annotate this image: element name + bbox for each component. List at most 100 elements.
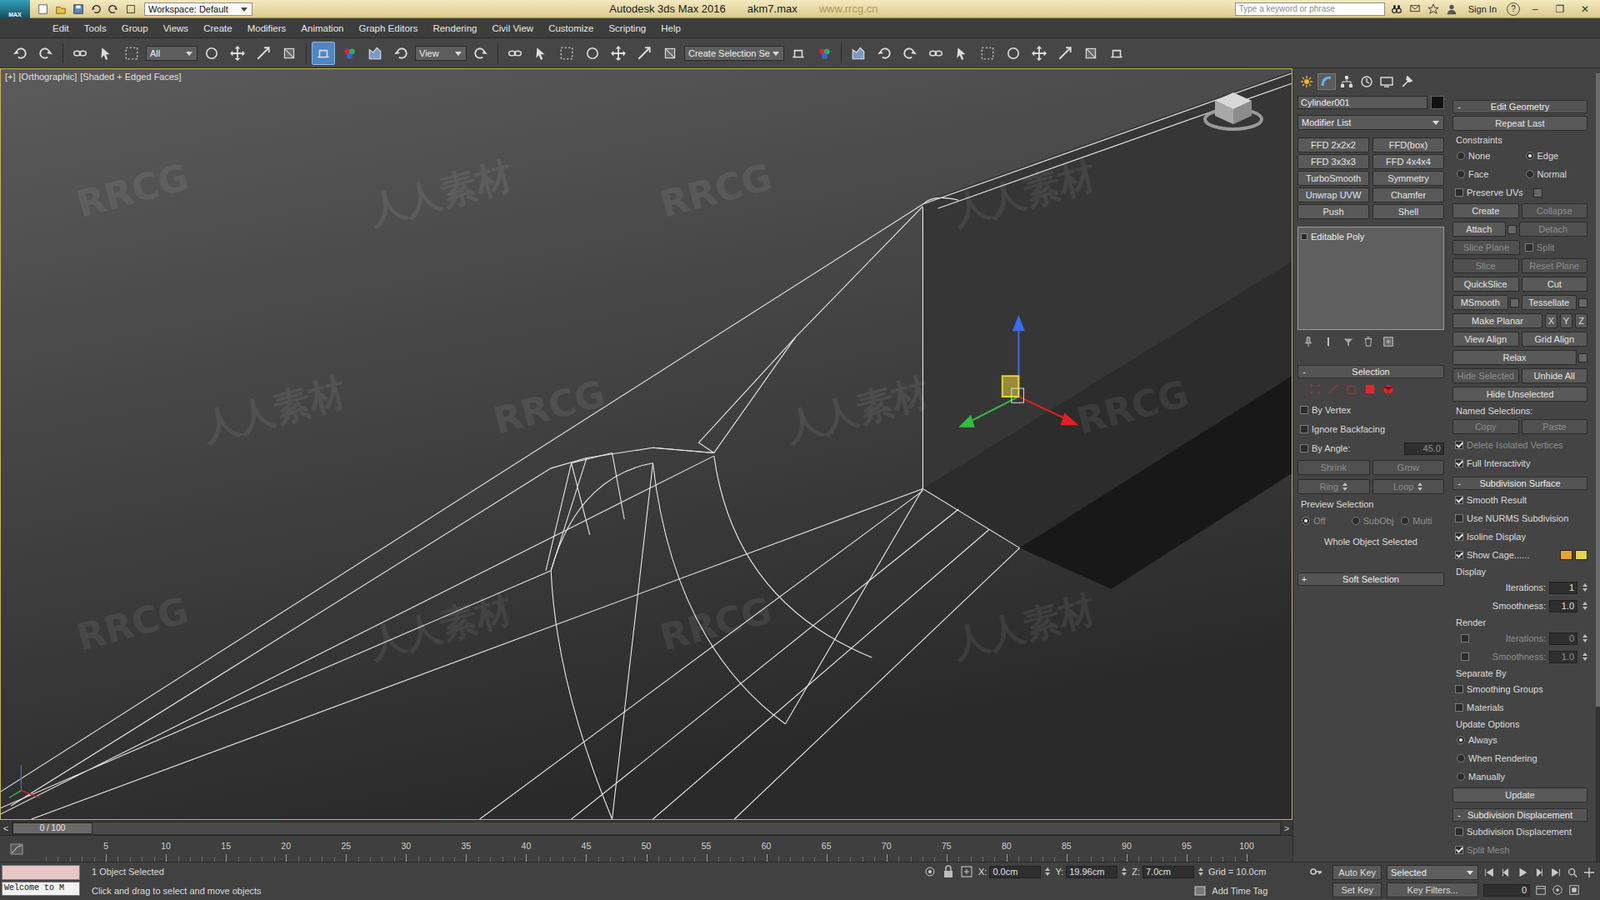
number-field[interactable]: 1.0 xyxy=(1549,650,1578,664)
spinner-down-icon[interactable] xyxy=(1582,588,1588,592)
time-tag-icon[interactable] xyxy=(1193,884,1207,898)
time-config-icon[interactable] xyxy=(1535,884,1547,896)
radio-option[interactable]: When Rendering xyxy=(1452,751,1588,765)
quick-access-icon[interactable] xyxy=(54,3,68,15)
toolbar-tool-icon[interactable] xyxy=(120,41,144,65)
panel-button[interactable]: Ring xyxy=(1297,479,1370,495)
subobject-level-icon[interactable] xyxy=(1309,383,1323,397)
toolbar-tool-icon[interactable] xyxy=(251,41,275,65)
panel-button[interactable]: Slice xyxy=(1452,258,1520,274)
playback-icon[interactable] xyxy=(1483,866,1495,879)
menu-item[interactable]: Edit xyxy=(45,23,77,34)
checkbox[interactable] xyxy=(1525,243,1534,252)
toolbar-tool-icon[interactable] xyxy=(555,41,579,65)
menu-item[interactable]: Group xyxy=(114,23,156,34)
user-icon[interactable] xyxy=(1445,3,1459,15)
spinner-up-icon[interactable] xyxy=(1045,867,1050,871)
checkbox[interactable] xyxy=(1455,459,1464,468)
radio-option[interactable]: Multi xyxy=(1396,514,1445,528)
radio-button[interactable] xyxy=(1456,772,1465,781)
current-frame-field[interactable]: 0 xyxy=(1483,884,1530,897)
checkbox-row[interactable]: Materials xyxy=(1452,700,1588,715)
spinner-down-icon[interactable] xyxy=(1582,606,1588,610)
toolbar-tool-icon[interactable] xyxy=(632,41,656,65)
key-mode-dropdown[interactable]: Selected xyxy=(1386,865,1479,880)
toolbar-tool-icon[interactable] xyxy=(8,41,32,65)
viewport-label-item[interactable]: [Orthographic] xyxy=(19,71,78,82)
rollout-toggle[interactable]: - xyxy=(1453,478,1465,489)
stack-item[interactable]: Editable Poly xyxy=(1300,230,1441,243)
modifier-button[interactable]: FFD(box) xyxy=(1372,137,1445,153)
toolbar-dropdown[interactable]: All xyxy=(145,45,198,61)
panel-button[interactable]: Hide Selected xyxy=(1452,368,1520,384)
modifier-button[interactable]: FFD 4x4x4 xyxy=(1372,154,1445,170)
toolbar-tool-icon[interactable] xyxy=(529,41,553,65)
toolbar-tool-icon[interactable] xyxy=(1027,41,1051,65)
playback-icon[interactable] xyxy=(1583,866,1595,879)
checkbox[interactable] xyxy=(1455,685,1464,694)
checkbox[interactable] xyxy=(1460,652,1470,661)
panel-button[interactable]: Unhide All xyxy=(1521,368,1589,384)
panel-button[interactable]: Reset Plane xyxy=(1521,258,1589,274)
playback-icon[interactable] xyxy=(1533,866,1545,879)
modifier-button[interactable]: Symmetry xyxy=(1372,170,1445,186)
checkbox-row[interactable]: Use NURMS Subdivision xyxy=(1452,511,1588,526)
radio-button[interactable] xyxy=(1456,735,1465,745)
toolbar-tool-icon[interactable] xyxy=(68,41,92,65)
checkbox-row[interactable]: By Angle: xyxy=(1297,441,1402,456)
binoculars-icon[interactable] xyxy=(1390,3,1404,15)
spinner-up-icon[interactable] xyxy=(1582,601,1588,605)
menu-item[interactable]: Rendering xyxy=(425,23,485,34)
settings-box-icon[interactable] xyxy=(1578,353,1588,363)
previous-frame-button[interactable]: < xyxy=(0,823,12,834)
workspace-dropdown[interactable]: Workspace: Default xyxy=(144,2,253,16)
radio-option[interactable]: Off xyxy=(1297,514,1345,528)
panel-button[interactable]: Grow xyxy=(1372,460,1445,475)
hierarchy-tab-icon[interactable] xyxy=(1337,73,1356,90)
panel-button[interactable]: Detach xyxy=(1519,221,1589,237)
panel-button[interactable]: Hide Unselected xyxy=(1452,386,1588,402)
time-slider-thumb[interactable]: 0 / 100 xyxy=(12,822,93,835)
stack-tool-icon[interactable] xyxy=(1382,335,1395,348)
utilities-tab-icon[interactable] xyxy=(1397,73,1416,90)
radio-option[interactable]: Always xyxy=(1452,733,1588,747)
set-key-button[interactable]: Set Key xyxy=(1332,882,1382,898)
toolbar-tool-icon[interactable] xyxy=(812,41,836,65)
color-swatch[interactable] xyxy=(1560,550,1573,560)
spinner-arrows-icon[interactable] xyxy=(1582,652,1588,661)
rollout-toggle[interactable]: + xyxy=(1298,574,1310,585)
spinner-up-icon[interactable] xyxy=(1121,867,1127,871)
spinner-down-icon[interactable] xyxy=(1417,487,1423,491)
panel-button[interactable]: Create xyxy=(1452,203,1520,219)
panel-button[interactable]: Cut xyxy=(1521,276,1589,292)
spinner-arrows-icon[interactable] xyxy=(1582,583,1588,592)
checkbox-row[interactable]: Show Cage...... xyxy=(1452,548,1558,563)
rollout-toggle[interactable]: - xyxy=(1453,101,1465,112)
number-field[interactable]: 1 xyxy=(1549,581,1578,595)
window-control-button[interactable]: ✕ xyxy=(1575,3,1595,15)
motion-tab-icon[interactable] xyxy=(1357,73,1376,90)
checkbox[interactable] xyxy=(1460,634,1470,643)
toolbar-tool-icon[interactable] xyxy=(1105,41,1129,65)
quick-access-icon[interactable] xyxy=(89,3,103,15)
menu-item[interactable]: Tools xyxy=(76,23,115,34)
toolbar-tool-icon[interactable] xyxy=(1079,41,1103,65)
checkbox-row[interactable]: Split xyxy=(1522,240,1588,255)
panel-button[interactable]: Slice Plane xyxy=(1452,240,1520,255)
spinner-up-icon[interactable] xyxy=(1582,634,1588,638)
coordinate-value[interactable]: 0.0cm xyxy=(989,865,1041,879)
axis-button[interactable]: Z xyxy=(1575,313,1588,329)
checkbox[interactable] xyxy=(1455,550,1464,560)
toolbar-dropdown[interactable]: Create Selection Se xyxy=(684,45,785,61)
playback-icon[interactable] xyxy=(1516,866,1529,879)
toolbar-tool-icon[interactable] xyxy=(950,41,974,65)
toolbar-tool-icon[interactable] xyxy=(580,41,605,65)
modifier-list-dropdown[interactable]: Modifier List xyxy=(1297,115,1445,130)
radio-option[interactable]: Manually xyxy=(1452,770,1588,784)
spinner-arrows-icon[interactable] xyxy=(1121,867,1127,876)
menu-item[interactable]: Modifiers xyxy=(240,23,295,34)
checkbox[interactable] xyxy=(1455,532,1464,541)
object-name-field[interactable]: Cylinder001 xyxy=(1297,95,1428,110)
time-slider-track[interactable]: 0 / 100 xyxy=(11,821,1281,835)
playback-icon[interactable] xyxy=(1550,866,1562,879)
